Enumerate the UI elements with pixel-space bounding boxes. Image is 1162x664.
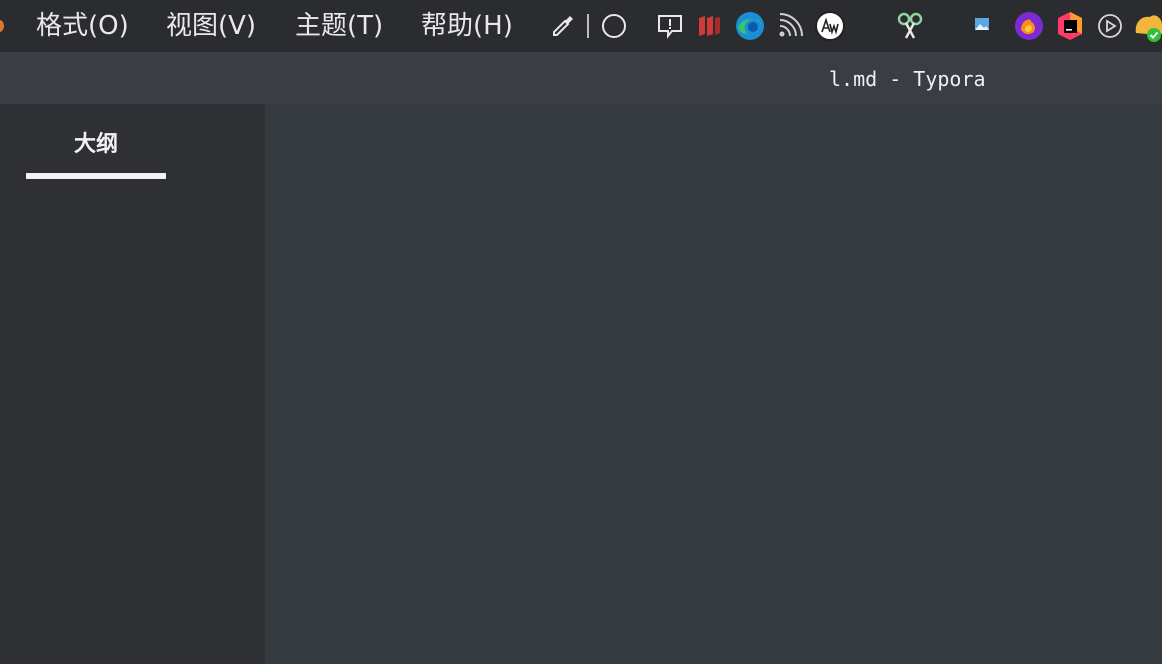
play-icon[interactable] bbox=[1093, 9, 1127, 43]
menu-help[interactable]: 帮助(H) bbox=[421, 9, 513, 43]
menu-theme[interactable]: 主题(T) bbox=[295, 9, 383, 43]
edge-icon[interactable] bbox=[733, 9, 767, 43]
tab-active-indicator bbox=[26, 173, 166, 179]
window-title: l.md - Typora bbox=[829, 67, 986, 91]
sidebar: 大纲 bbox=[0, 104, 265, 664]
system-menubar: 格式(O) 视图(V) 主题(T) 帮助(H) bbox=[0, 0, 1162, 52]
parallels-icon[interactable] bbox=[692, 9, 726, 43]
jetbrains-icon[interactable] bbox=[1053, 9, 1087, 43]
menu-format[interactable]: 格式(O) bbox=[36, 9, 129, 43]
window-titlebar: l.md - Typora bbox=[0, 52, 1162, 104]
tab-outline[interactable]: 大纲 bbox=[26, 130, 166, 180]
rss-icon[interactable] bbox=[773, 9, 807, 43]
tab-outline-label: 大纲 bbox=[73, 132, 118, 157]
eyedropper-icon[interactable] bbox=[546, 9, 580, 43]
aw-icon[interactable] bbox=[813, 9, 847, 43]
photos-icon[interactable] bbox=[966, 9, 1000, 43]
scissors-icon[interactable] bbox=[893, 9, 927, 43]
sync-icon[interactable] bbox=[1132, 9, 1162, 43]
feedback-icon[interactable] bbox=[653, 9, 687, 43]
firefox-icon[interactable] bbox=[1012, 9, 1046, 43]
editor-area[interactable] bbox=[265, 104, 1162, 664]
menu-view[interactable]: 视图(V) bbox=[166, 9, 256, 43]
menubar-separator bbox=[587, 14, 589, 38]
app-icon-edge bbox=[0, 20, 4, 32]
circle-icon[interactable] bbox=[597, 9, 631, 43]
